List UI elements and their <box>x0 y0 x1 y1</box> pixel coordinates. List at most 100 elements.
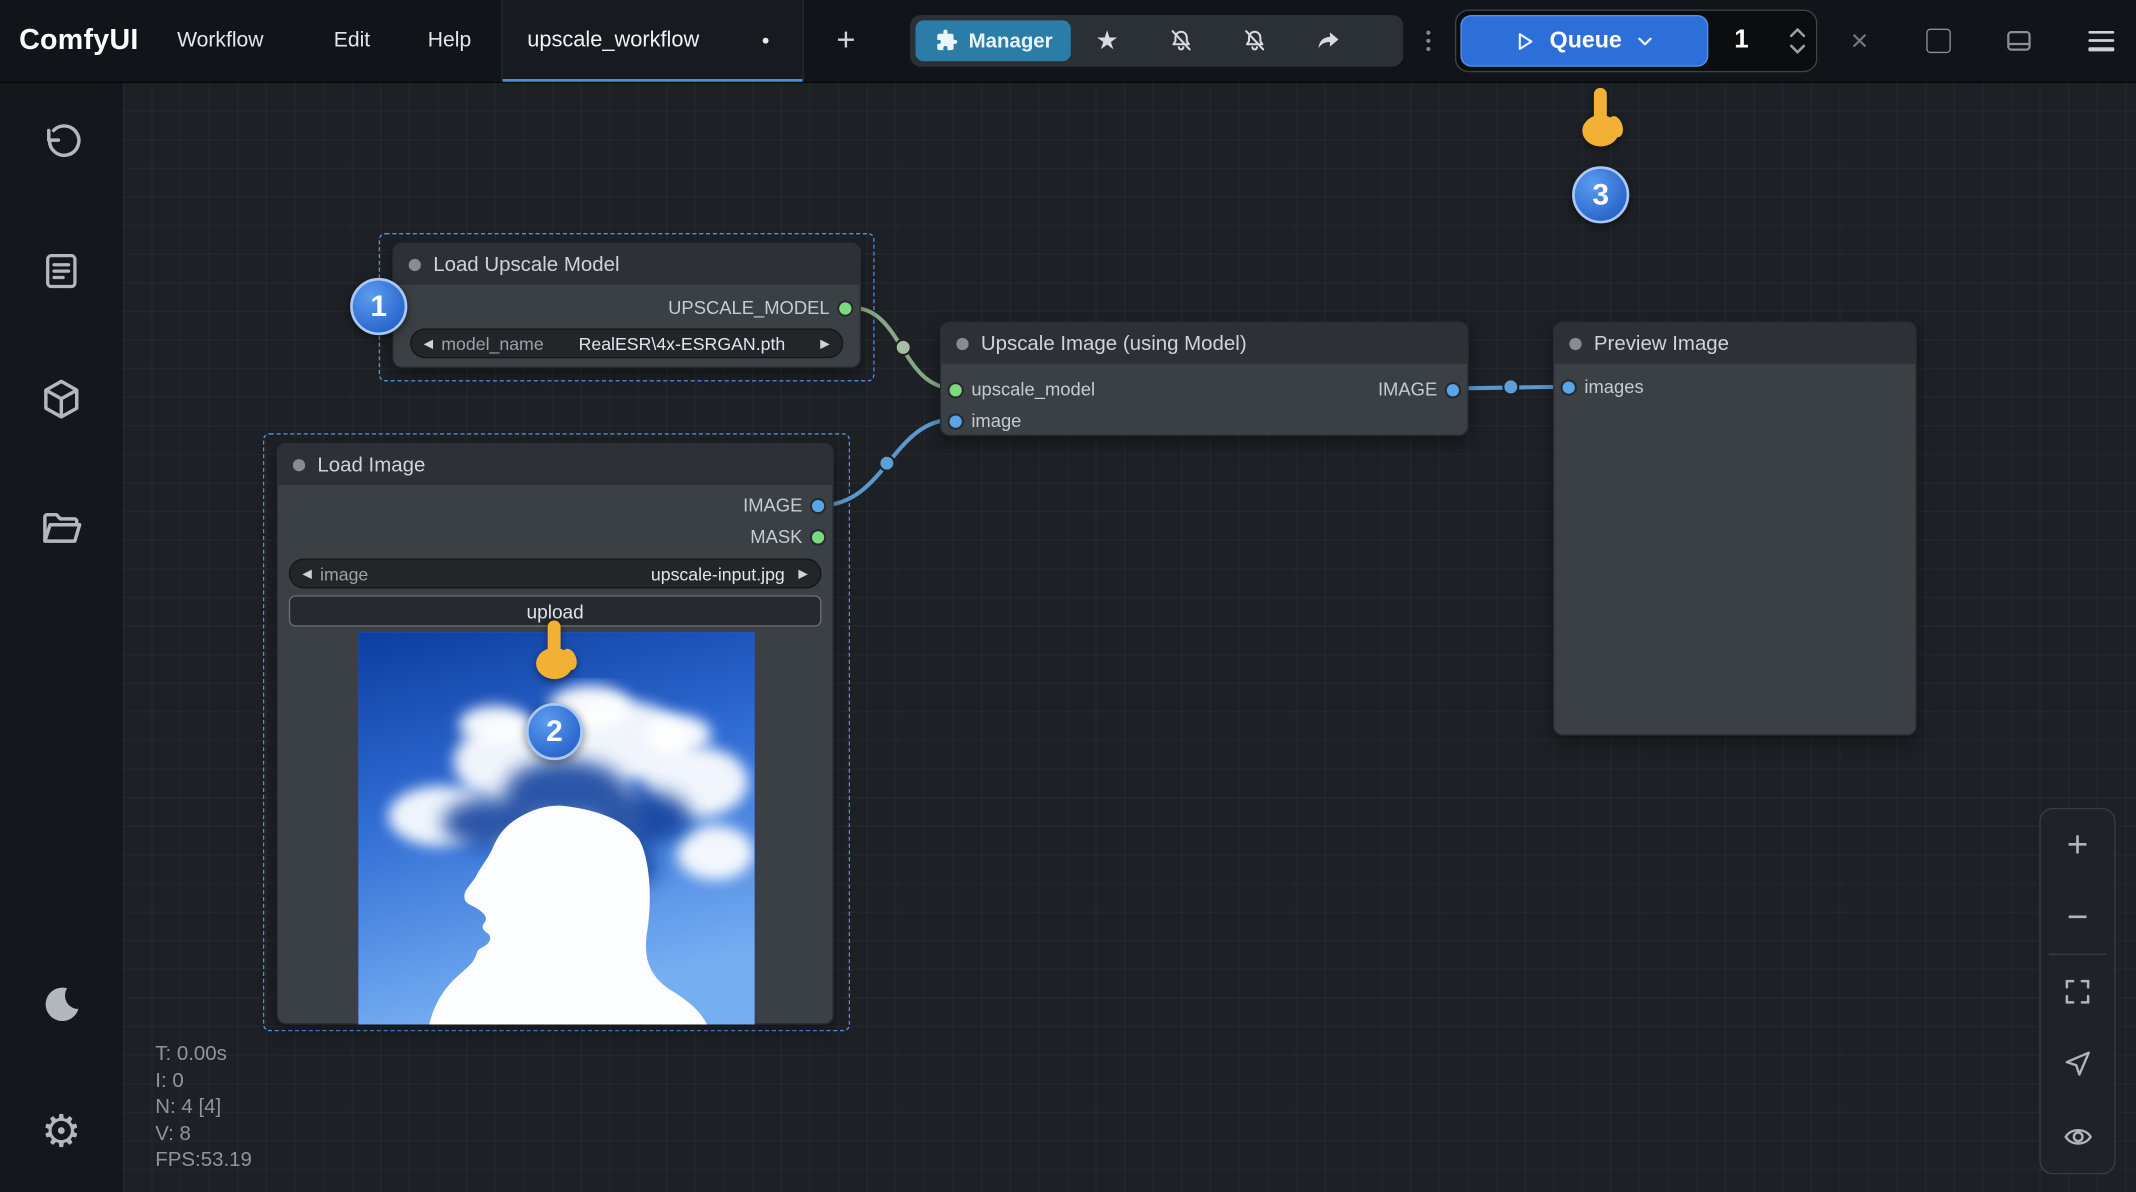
prev-value-icon[interactable]: ◀ <box>302 567 311 579</box>
star-icon[interactable]: ★ <box>1070 15 1144 67</box>
output-slot-upscale-model[interactable] <box>839 302 851 314</box>
sidebar-models-button[interactable] <box>38 376 84 422</box>
node-preview-image[interactable]: Preview Image images <box>1553 322 1917 736</box>
input-slot-image[interactable] <box>950 415 962 427</box>
theme-toggle-button[interactable] <box>40 984 84 1028</box>
unsaved-indicator-dot: ● <box>761 33 769 48</box>
output-row: MASK <box>278 522 832 552</box>
node-title: Load Image <box>317 453 425 476</box>
alerts-off-icon[interactable] <box>1217 15 1291 67</box>
comfyui-window: ComfyUI Workflow Edit Help upscale_workf… <box>0 0 2136 1192</box>
tab-title: upscale_workflow <box>527 29 699 54</box>
output-row: IMAGE <box>278 490 832 520</box>
notifications-off-icon[interactable] <box>1144 15 1218 67</box>
fit-view-button[interactable] <box>2041 956 2115 1028</box>
manager-label: Manager <box>969 29 1053 52</box>
output-slot-image[interactable] <box>1447 383 1459 395</box>
output-row: UPSCALE_MODEL <box>394 293 860 323</box>
output-label: IMAGE <box>743 495 802 515</box>
widget-value: RealESR\4x-ESRGAN.pth <box>552 333 812 353</box>
slot-row: upscale_model IMAGE <box>941 375 1467 405</box>
image-file-widget[interactable]: ◀ image upscale-input.jpg ▶ <box>289 559 822 589</box>
canvas-nav-toolbar: + − <box>2039 808 2115 1174</box>
collapse-dot-icon[interactable] <box>409 258 421 270</box>
manager-button[interactable]: Manager <box>915 20 1070 61</box>
output-slot-image[interactable] <box>812 499 824 511</box>
puzzle-icon <box>933 29 958 54</box>
node-upscale-image[interactable]: Upscale Image (using Model) upscale_mode… <box>940 322 1469 436</box>
collapse-dot-icon[interactable] <box>293 458 305 470</box>
square-panel-icon[interactable] <box>1919 29 1957 54</box>
node-header[interactable]: Load Upscale Model <box>394 244 860 285</box>
queue-controls: Queue 1 <box>1455 10 1817 73</box>
collapse-dot-icon[interactable] <box>1569 337 1581 349</box>
input-label: images <box>1584 377 1643 397</box>
graph-canvas[interactable]: Load Upscale Model UPSCALE_MODEL ◀ model… <box>123 82 2136 1192</box>
sidebar-workflows-button[interactable] <box>38 505 84 551</box>
node-header[interactable]: Load Image <box>278 444 832 485</box>
stat-version: V: 8 <box>155 1120 252 1147</box>
next-value-icon[interactable]: ▶ <box>820 337 829 349</box>
app-logo: ComfyUI <box>19 25 139 58</box>
perf-stats: T: 0.00s I: 0 N: 4 [4] V: 8 FPS:53.19 <box>155 1041 252 1174</box>
menu-workflow[interactable]: Workflow <box>177 29 263 54</box>
queue-button[interactable]: Queue <box>1460 15 1708 67</box>
moon-icon <box>40 984 84 1028</box>
manager-toolbar: Manager ★ <box>910 15 1403 67</box>
more-options-icon[interactable] <box>1415 31 1440 51</box>
step-badge-3: 3 <box>1572 166 1629 223</box>
input-slot-images[interactable] <box>1563 381 1575 393</box>
folder-open-icon <box>38 505 84 551</box>
node-header[interactable]: Preview Image <box>1554 323 1915 364</box>
menu-edit[interactable]: Edit <box>334 29 370 54</box>
workflow-tab[interactable]: upscale_workflow ● <box>501 0 803 82</box>
output-label: IMAGE <box>1378 379 1437 399</box>
queue-label: Queue <box>1550 27 1622 54</box>
zoom-in-button[interactable]: + <box>2041 809 2115 881</box>
step-badge-2: 2 <box>526 703 583 760</box>
square-shape <box>1926 29 1951 54</box>
toggle-visibility-button[interactable] <box>2041 1100 2115 1172</box>
stat-nodes: N: 4 [4] <box>155 1094 252 1121</box>
link-midpoint-dot <box>879 456 894 471</box>
model-name-widget[interactable]: ◀ model_name RealESR\4x-ESRGAN.pth ▶ <box>410 328 843 358</box>
prev-value-icon[interactable]: ◀ <box>424 337 433 349</box>
zoom-out-button[interactable]: − <box>2041 882 2115 954</box>
navigation-arrow-icon <box>2063 1049 2093 1079</box>
menu-help[interactable]: Help <box>428 29 471 54</box>
image-preview <box>358 632 754 1024</box>
input-slot-upscale-model[interactable] <box>950 383 962 395</box>
step-badge-1: 1 <box>350 278 407 335</box>
pointer-hand-icon <box>527 618 581 683</box>
decrement-icon[interactable] <box>1789 44 1807 55</box>
output-slot-mask[interactable] <box>812 531 824 543</box>
node-title: Upscale Image (using Model) <box>981 332 1247 355</box>
settings-button[interactable]: ⚙ <box>41 1108 81 1153</box>
increment-icon[interactable] <box>1789 27 1807 38</box>
batch-count-stepper[interactable]: 1 <box>1708 11 1816 71</box>
slot-row: images <box>1554 372 1915 402</box>
close-icon[interactable]: × <box>1839 23 1880 58</box>
output-label: MASK <box>750 527 802 547</box>
link-midpoint-dot <box>1503 379 1518 394</box>
next-value-icon[interactable]: ▶ <box>798 567 807 579</box>
new-tab-button[interactable]: + <box>826 22 867 60</box>
widget-name: model_name <box>441 333 543 353</box>
sidebar-history-button[interactable] <box>38 120 84 166</box>
bottom-panel-icon[interactable] <box>2000 26 2038 56</box>
stat-fps: FPS:53.19 <box>155 1147 252 1174</box>
node-title: Load Upscale Model <box>433 253 619 276</box>
pointer-hand-icon <box>1573 86 1627 151</box>
gear-icon: ⚙ <box>41 1108 81 1153</box>
hamburger-menu-icon[interactable] <box>2082 31 2120 51</box>
batch-count-value: 1 <box>1734 26 1748 56</box>
document-list-icon <box>40 249 84 293</box>
node-load-upscale-model[interactable]: Load Upscale Model UPSCALE_MODEL ◀ model… <box>392 242 861 367</box>
stat-iterations: I: 0 <box>155 1067 252 1094</box>
node-header[interactable]: Upscale Image (using Model) <box>941 323 1467 364</box>
collapse-dot-icon[interactable] <box>956 337 968 349</box>
share-icon[interactable] <box>1291 15 1365 67</box>
output-label: UPSCALE_MODEL <box>668 298 829 318</box>
sidebar-queue-button[interactable] <box>40 249 84 293</box>
pan-mode-button[interactable] <box>2041 1028 2115 1100</box>
